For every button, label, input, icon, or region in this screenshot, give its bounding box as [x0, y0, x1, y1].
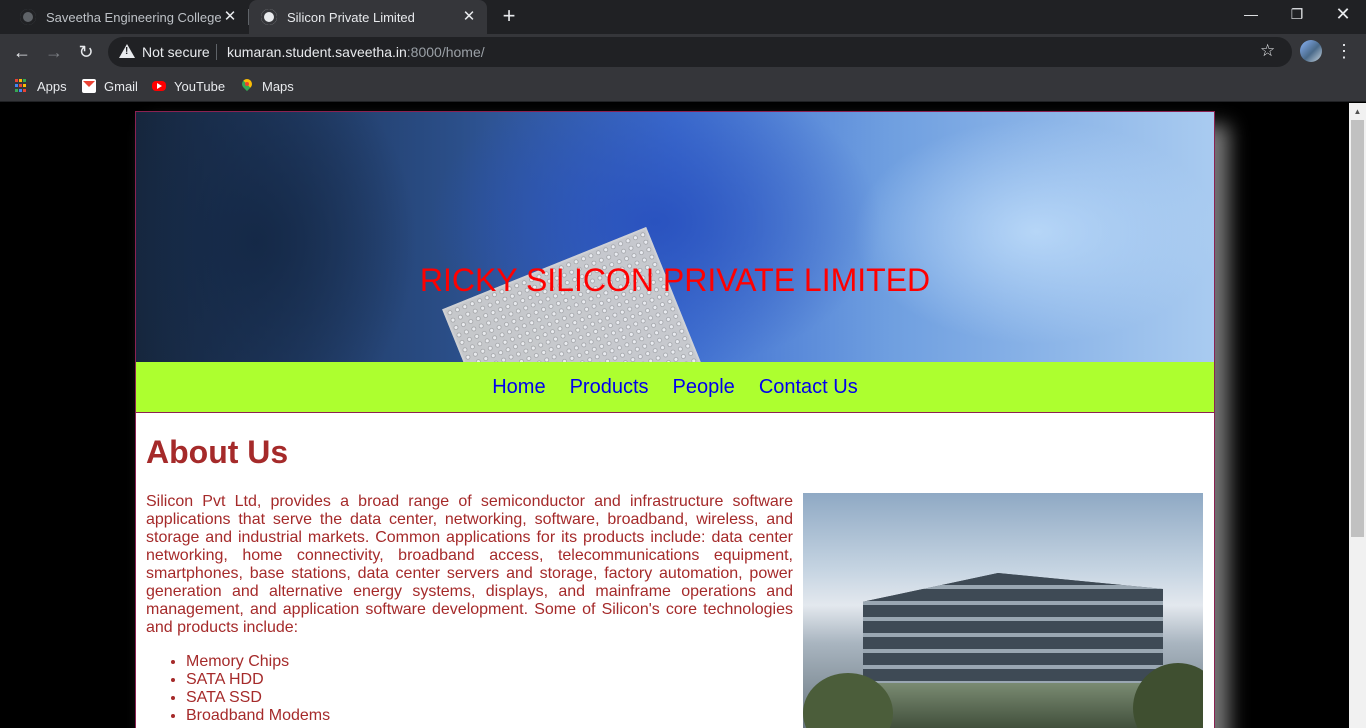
tab-title: Silicon Private Limited [287, 9, 415, 25]
reload-button[interactable]: ↻ [72, 38, 100, 66]
nav-contact-link[interactable]: Contact Us [759, 376, 858, 399]
new-tab-button[interactable]: + [498, 5, 520, 28]
bookmark-label: Gmail [104, 78, 138, 94]
browser-toolbar: ← → ↻ Not secure kumaran.student.saveeth… [0, 34, 1366, 70]
url-path: :8000/home/ [406, 44, 485, 60]
list-item: Memory Chips [186, 653, 330, 671]
youtube-icon [152, 81, 166, 91]
window-close-button[interactable]: ✕ [1320, 0, 1366, 30]
list-item: Broadband Modems [186, 707, 330, 725]
company-title: RICKY SILICON PRIVATE LIMITED [419, 262, 931, 298]
site-container: RICKY SILICON PRIVATE LIMITED Home Produ… [135, 111, 1215, 728]
security-label[interactable]: Not secure [142, 44, 210, 60]
tab-strip: Saveetha Engineering College ✕ Silicon P… [0, 0, 1366, 34]
nav-products-link[interactable]: Products [570, 376, 649, 399]
page-viewport: RICKY SILICON PRIVATE LIMITED Home Produ… [0, 103, 1366, 728]
close-tab-icon[interactable]: ✕ [222, 9, 238, 25]
bookmark-label: Apps [37, 78, 67, 94]
browser-menu-icon[interactable]: ⋮ [1334, 38, 1354, 64]
globe-icon [20, 9, 36, 25]
bookmark-maps[interactable]: Maps [240, 76, 294, 96]
site-nav: Home Products People Contact Us [136, 362, 1214, 413]
gmail-icon [82, 79, 96, 93]
back-button[interactable]: ← [8, 38, 36, 66]
about-heading: About Us [146, 434, 289, 470]
warning-icon[interactable] [119, 44, 135, 58]
address-bar[interactable]: Not secure kumaran.student.saveetha.in:8… [108, 37, 1292, 67]
apps-grid-icon [15, 79, 29, 93]
url-text[interactable]: kumaran.student.saveetha.in:8000/home/ [227, 44, 485, 60]
bookmark-star-icon[interactable]: ☆ [1260, 41, 1275, 61]
banner-image: RICKY SILICON PRIVATE LIMITED [136, 112, 1214, 362]
nav-people-link[interactable]: People [673, 376, 735, 399]
nav-home-link[interactable]: Home [492, 376, 545, 399]
bookmark-youtube[interactable]: YouTube [152, 76, 225, 96]
address-divider [216, 44, 217, 60]
list-item: SATA SSD [186, 689, 330, 707]
close-tab-icon[interactable]: ✕ [461, 9, 477, 25]
bookmark-apps[interactable]: Apps [15, 76, 67, 96]
product-list: Memory Chips SATA HDD SATA SSD Broadband… [186, 653, 330, 725]
bookmark-label: Maps [262, 78, 294, 94]
office-building-image [803, 493, 1203, 728]
url-host: kumaran.student.saveetha.in [227, 44, 407, 60]
page-scrollbar[interactable]: ▲ [1349, 103, 1366, 728]
tab-title: Saveetha Engineering College [46, 9, 222, 25]
bookmark-gmail[interactable]: Gmail [82, 76, 138, 96]
scroll-thumb[interactable] [1351, 120, 1364, 537]
bookmark-label: YouTube [174, 78, 226, 94]
restore-button[interactable]: ❐ [1274, 0, 1320, 30]
globe-icon [261, 9, 277, 25]
tab-silicon[interactable]: Silicon Private Limited ✕ [249, 0, 487, 34]
profile-avatar[interactable] [1300, 40, 1322, 62]
bookmarks-bar: Apps Gmail YouTube Maps [0, 70, 1366, 102]
minimize-button[interactable]: — [1228, 0, 1274, 30]
tab-saveetha[interactable]: Saveetha Engineering College ✕ [8, 0, 248, 34]
maps-icon [240, 79, 254, 93]
about-paragraph: Silicon Pvt Ltd, provides a broad range … [146, 493, 793, 636]
scroll-up-arrow-icon[interactable]: ▲ [1349, 103, 1366, 120]
list-item: SATA HDD [186, 671, 330, 689]
forward-button[interactable]: → [40, 38, 68, 66]
